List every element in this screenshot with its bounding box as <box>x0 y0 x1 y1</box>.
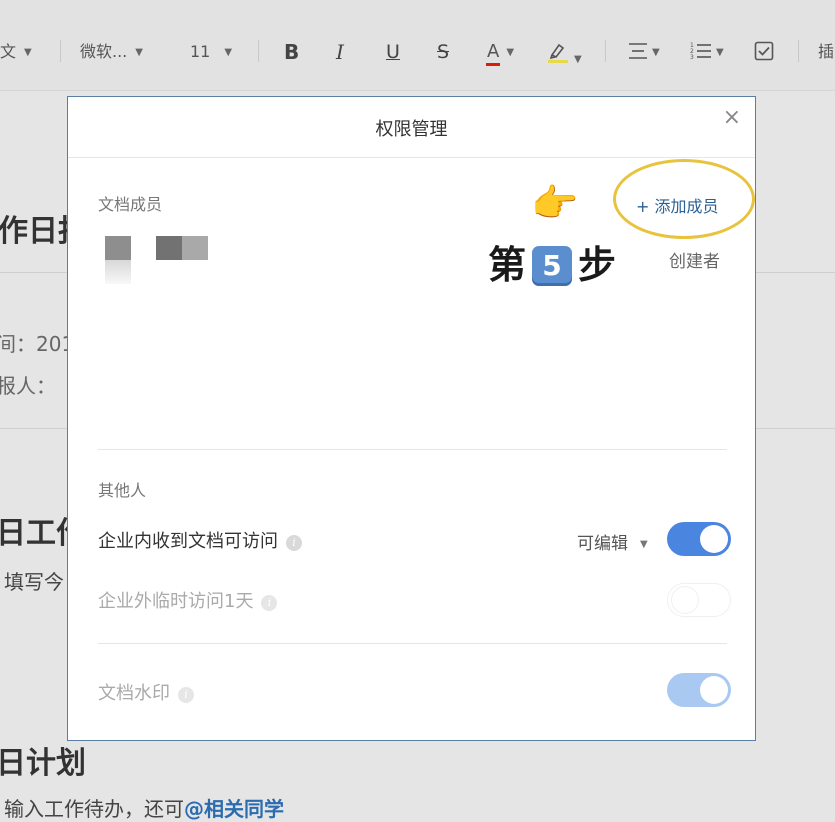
editor-toolbar: 文 ▼ 微软... ▼ 11 ▼ B I U S A ▼ ▼ ▼ 1 2 3 ▼… <box>0 0 835 91</box>
info-icon[interactable]: i <box>286 535 302 551</box>
step-annotation: 第5步 <box>488 239 616 291</box>
section-divider <box>98 449 727 450</box>
font-family-select[interactable]: 微软... ▼ <box>80 38 143 66</box>
highlighter-icon <box>548 38 570 64</box>
font-family-value: 微软... <box>80 42 128 61</box>
info-icon[interactable]: i <box>261 595 278 611</box>
paragraph-style-select[interactable]: 文 ▼ <box>0 38 32 66</box>
add-member-button[interactable]: + 添加成员 <box>636 193 719 217</box>
font-color-icon: A <box>486 41 501 66</box>
external-access-toggle[interactable] <box>667 583 731 617</box>
ordered-list-icon: 1 2 3 <box>690 42 711 61</box>
others-section-label: 其他人 <box>98 481 147 500</box>
checkbox-icon <box>754 41 774 61</box>
watermark-toggle[interactable] <box>667 673 731 707</box>
toolbar-divider <box>605 40 606 62</box>
dialog-divider <box>68 157 755 158</box>
ordered-list-button[interactable]: 1 2 3 ▼ <box>690 38 724 66</box>
font-color-button[interactable]: A ▼ <box>486 38 514 66</box>
doc-todo-text: 输入工作待办，还可 <box>4 797 184 821</box>
chevron-down-icon: ▼ <box>506 46 515 58</box>
doc-fill-line: 填写今 <box>4 570 64 594</box>
paragraph-style-value: 文 <box>0 42 17 61</box>
toggle-knob <box>700 525 728 553</box>
toggle-knob <box>700 676 728 704</box>
svg-text:3: 3 <box>690 54 694 61</box>
font-size-value: 11 <box>190 42 211 61</box>
close-icon[interactable]: × <box>723 105 741 130</box>
doc-heading: 日计划 <box>0 746 86 781</box>
align-button[interactable]: ▼ <box>628 38 660 66</box>
toolbar-divider <box>60 40 61 62</box>
info-icon[interactable]: i <box>178 687 194 703</box>
font-size-select[interactable]: 11 ▼ <box>190 38 232 66</box>
toolbar-divider <box>258 40 259 62</box>
internal-permission-value: 可编辑 <box>577 534 628 554</box>
step-prefix: 第 <box>488 243 527 287</box>
external-access-label: 企业外临时访问1天 i <box>98 587 278 613</box>
italic-button[interactable]: I <box>336 38 344 66</box>
section-divider <box>98 643 727 644</box>
watermark-label: 文档水印 i <box>98 679 194 705</box>
internal-permission-select[interactable]: 可编辑 ▼ <box>577 529 648 554</box>
chevron-down-icon: ▼ <box>652 46 660 58</box>
watermark-text: 文档水印 <box>98 683 170 704</box>
internal-access-toggle[interactable] <box>667 522 731 556</box>
creator-role-label: 创建者 <box>669 252 720 272</box>
pointing-hand-icon: 👉 <box>531 181 579 225</box>
chevron-down-icon: ▼ <box>224 46 233 58</box>
underline-button[interactable]: U <box>386 38 400 66</box>
doc-todo-line: 输入工作待办，还可@相关同学 <box>4 793 284 822</box>
align-icon <box>629 43 647 59</box>
internal-access-text: 企业内收到文档可访问 <box>98 531 278 552</box>
external-access-text: 企业外临时访问1天 <box>98 591 254 612</box>
chevron-down-icon: ▼ <box>135 46 143 58</box>
permission-dialog: 权限管理 × 文档成员 + 添加成员 👉 第5步 创建者 其他人 企业内收到文档… <box>67 96 756 741</box>
mention-link[interactable]: @相关同学 <box>184 797 284 821</box>
chevron-down-icon: ▼ <box>574 53 582 65</box>
strikethrough-button[interactable]: S <box>437 38 449 66</box>
step-suffix: 步 <box>578 243 617 287</box>
chevron-down-icon: ▼ <box>24 46 32 58</box>
bold-button[interactable]: B <box>284 38 299 66</box>
checkbox-button[interactable] <box>754 38 774 66</box>
members-section-label: 文档成员 <box>98 195 163 214</box>
chevron-down-icon: ▼ <box>716 46 724 58</box>
caret-down-icon: ▼ <box>640 539 648 550</box>
dialog-title: 权限管理 <box>375 119 448 140</box>
highlight-button[interactable]: ▼ <box>548 38 582 66</box>
toggle-knob <box>671 586 699 614</box>
doc-reporter-line: 报人： <box>0 374 56 398</box>
step-number-keycap: 5 <box>532 246 573 286</box>
insert-menu[interactable]: 插 <box>818 38 834 66</box>
doc-date-line: 间：201 <box>0 332 75 356</box>
internal-access-label: 企业内收到文档可访问 i <box>98 527 302 553</box>
toolbar-divider <box>798 40 799 62</box>
